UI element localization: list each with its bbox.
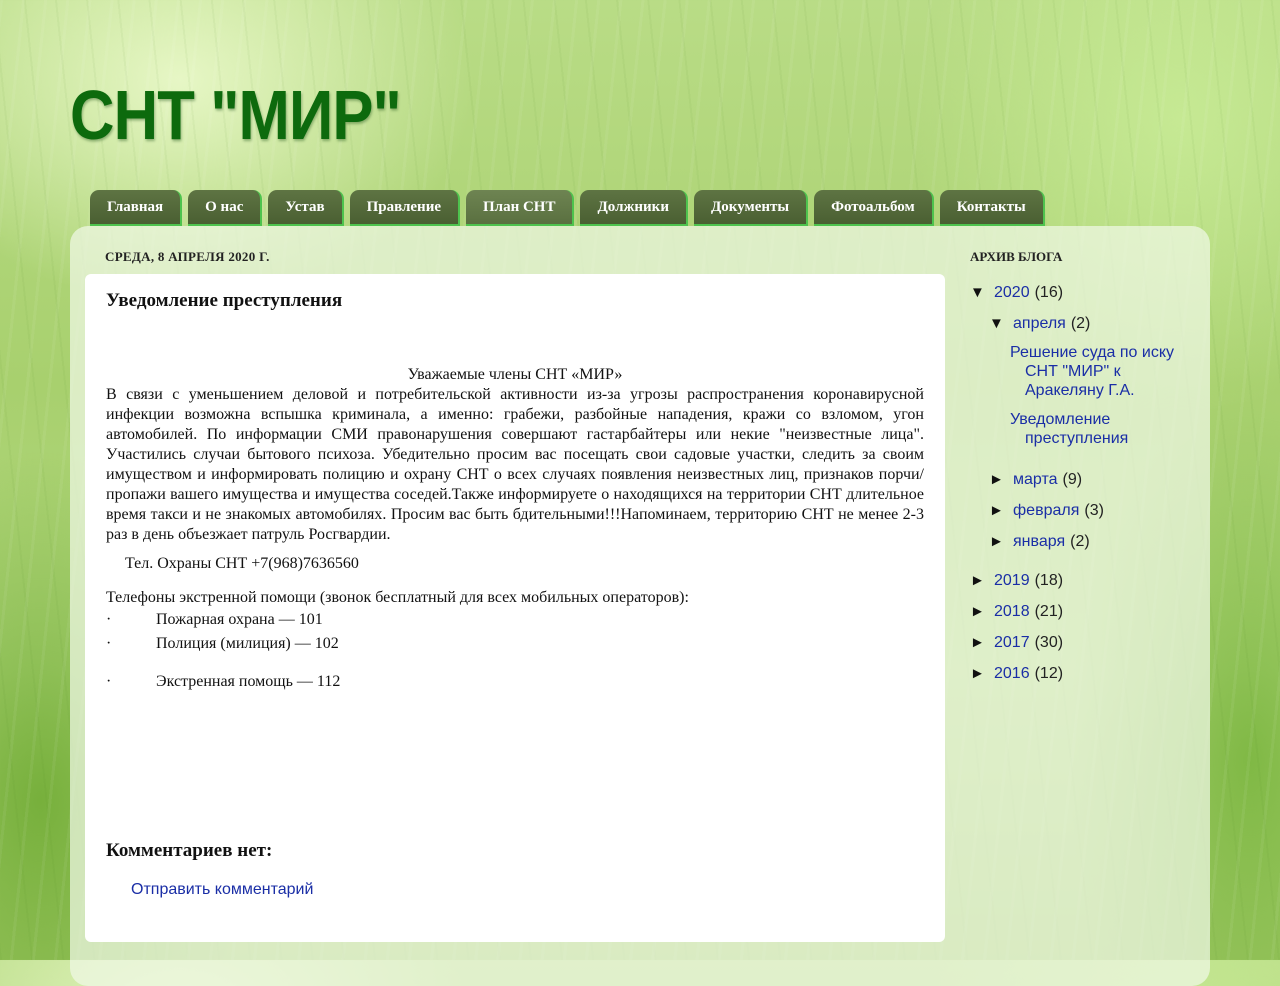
archive-count: (2) — [1070, 314, 1091, 332]
post-title[interactable]: Уведомление преступления — [106, 289, 924, 313]
collapsed-triangle-icon[interactable]: ► — [989, 533, 1013, 550]
archive-year-2018: ► 2018 (21) — [970, 596, 1190, 627]
emergency-police: Полиция (милиция) — 102 — [156, 635, 339, 652]
archive-year-link[interactable]: 2018 — [994, 603, 1030, 621]
archive-year-link[interactable]: 2020 — [994, 284, 1030, 302]
archive-count: (3) — [1084, 501, 1104, 519]
expanded-triangle-icon[interactable]: ▼ — [970, 284, 994, 301]
post-body: В связи с уменьшением деловой и потребит… — [106, 386, 924, 543]
archive-post-link[interactable]: Уведомление преступления — [1010, 410, 1190, 448]
archive-year-link[interactable]: 2019 — [994, 572, 1030, 590]
site-title[interactable]: СНТ "МИР" — [70, 72, 402, 158]
security-phone: Тел. Охраны СНТ +7(968)7636560 — [125, 555, 359, 572]
archive-count: (16) — [1034, 283, 1064, 301]
archive-count: (9) — [1062, 470, 1083, 488]
archive-month-link[interactable]: февраля — [1013, 502, 1079, 520]
archive-year-2017: ► 2017 (30) — [970, 627, 1190, 658]
archive-post-item: Решение суда по иску СНТ "МИР" к Аракеля… — [1010, 343, 1190, 400]
collapsed-triangle-icon[interactable]: ► — [970, 665, 994, 682]
archive-year-2020: ▼ 2020 (16) — [970, 277, 1190, 308]
archive-count: (12) — [1034, 664, 1064, 682]
collapsed-triangle-icon[interactable]: ► — [970, 603, 994, 620]
archive-count: (2) — [1070, 532, 1090, 550]
bullet: · — [106, 673, 112, 690]
nav-tab-board[interactable]: Правление — [349, 190, 460, 226]
archive-post-item: Уведомление преступления — [1010, 410, 1190, 448]
archive-month-link[interactable]: марта — [1013, 471, 1058, 489]
nav-tab-charter[interactable]: Устав — [268, 190, 344, 226]
archive-count: (21) — [1034, 602, 1064, 620]
blog-archive-widget: АРХИВ БЛОГА ▼ 2020 (16) ▼ апреля (2) Реш… — [970, 249, 1190, 689]
collapsed-triangle-icon[interactable]: ► — [989, 502, 1013, 519]
main-nav: Главная О нас Устав Правление План СНТ Д… — [90, 190, 1045, 226]
archive-post-link[interactable]: Решение суда по иску СНТ "МИР" к Аракеля… — [1010, 343, 1190, 400]
bullet: · — [106, 635, 112, 652]
blog-post: Уведомление преступления Уважаемые члены… — [85, 274, 945, 942]
archive-year-2019: ► 2019 (18) — [970, 565, 1190, 596]
nav-tab-about[interactable]: О нас — [188, 190, 263, 226]
nav-tab-contacts[interactable]: Контакты — [939, 190, 1045, 226]
emergency-title: Телефоны экстренной помощи (звонок беспл… — [106, 589, 689, 606]
archive-count: (30) — [1034, 633, 1064, 651]
archive-count: (18) — [1034, 571, 1064, 589]
bullet: · — [106, 611, 112, 628]
archive-month-march: ► марта (9) — [970, 464, 1190, 495]
expanded-triangle-icon[interactable]: ▼ — [989, 315, 1013, 332]
emergency-item: · Экстренная помощь — 112 — [106, 670, 924, 694]
archive-month-april: ▼ апреля (2) — [970, 308, 1190, 339]
collapsed-triangle-icon[interactable]: ► — [989, 471, 1013, 488]
collapsed-triangle-icon[interactable]: ► — [970, 634, 994, 651]
nav-tab-photo-album[interactable]: Фотоальбом — [814, 190, 934, 226]
archive-month-january: ► января (2) — [970, 526, 1190, 557]
emergency-general: Экстренная помощь — 112 — [156, 673, 341, 690]
archive-month-link[interactable]: апреля — [1013, 315, 1066, 333]
archive-month-february: ► февраля (3) — [970, 495, 1190, 526]
post-comment-link[interactable]: Отправить комментарий — [131, 881, 313, 899]
emergency-fire: Пожарная охрана — 101 — [156, 611, 323, 628]
nav-tab-documents[interactable]: Документы — [693, 190, 809, 226]
post-date: СРЕДА, 8 АПРЕЛЯ 2020 Г. — [105, 249, 270, 264]
archive-year-2016: ► 2016 (12) — [970, 658, 1190, 689]
nav-tab-plan[interactable]: План СНТ — [466, 190, 575, 226]
collapsed-triangle-icon[interactable]: ► — [970, 572, 994, 589]
emergency-item: · Полиция (милиция) — 102 — [106, 632, 924, 656]
archive-year-link[interactable]: 2016 — [994, 665, 1030, 683]
nav-tab-home[interactable]: Главная — [90, 190, 183, 226]
nav-tab-debtors[interactable]: Должники — [580, 190, 688, 226]
emergency-item: · Пожарная охрана — 101 — [106, 608, 924, 632]
archive-month-link[interactable]: января — [1013, 533, 1065, 551]
archive-title: АРХИВ БЛОГА — [970, 249, 1063, 264]
post-greeting: Уважаемые члены СНТ «МИР» — [407, 366, 623, 383]
archive-year-link[interactable]: 2017 — [994, 634, 1030, 652]
comments-title: Комментариев нет: — [106, 840, 273, 861]
archive-post-list: Решение суда по иску СНТ "МИР" к Аракеля… — [1010, 343, 1190, 448]
